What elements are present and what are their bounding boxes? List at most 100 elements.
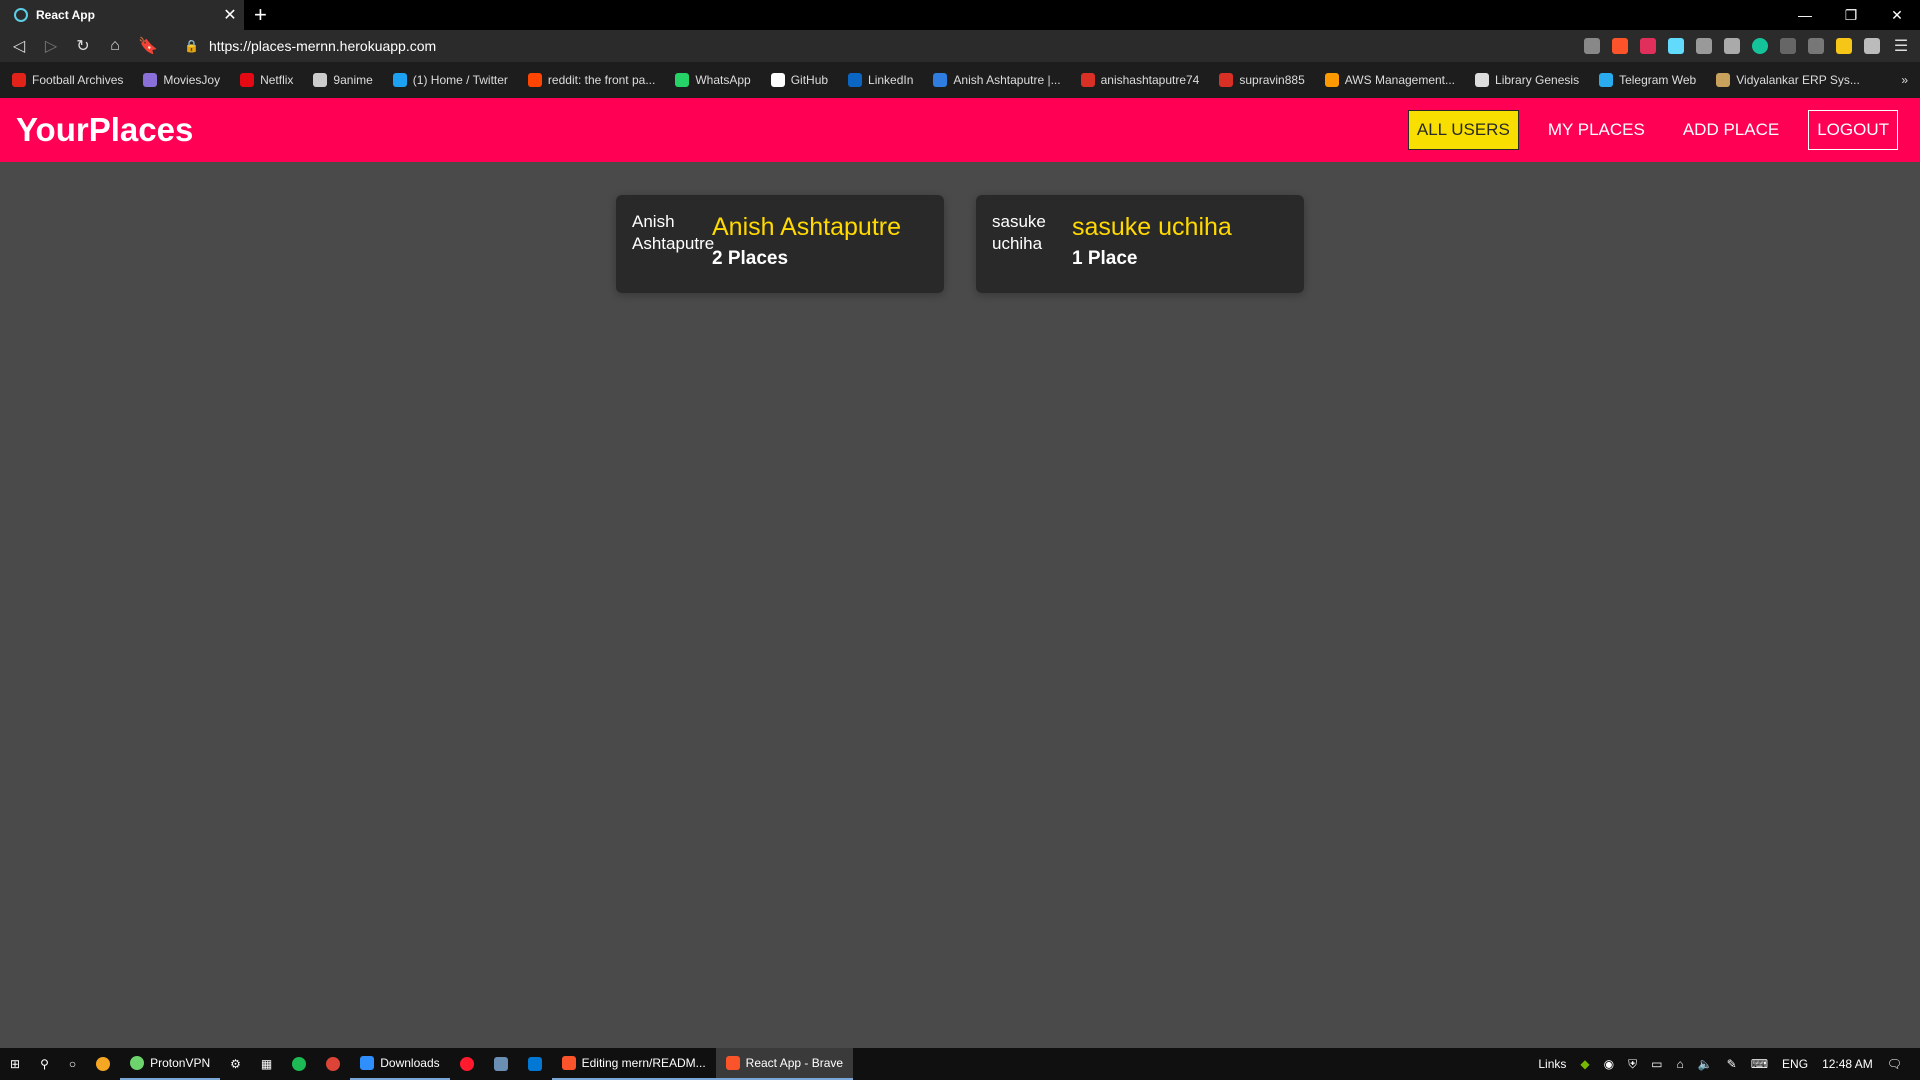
user-card[interactable]: sasuke uchiha sasuke uchiha 1 Place [976, 195, 1304, 293]
bookmark-favicon-icon [1599, 73, 1614, 87]
menu-icon[interactable]: ☰ [1892, 36, 1910, 56]
bookmark-label: Anish Ashtaputre |... [953, 73, 1061, 87]
bookmark-favicon-icon [12, 73, 26, 87]
language-indicator[interactable]: ENG [1782, 1057, 1808, 1071]
bookmark-favicon-icon [675, 73, 690, 87]
bookmark-label: 9anime [333, 73, 373, 87]
key-icon[interactable] [1584, 38, 1600, 54]
bookmark-item[interactable]: Football Archives [12, 73, 123, 87]
taskbar-app-editing[interactable]: Editing mern/READM... [551, 1048, 716, 1080]
browser-toolbar: ◁ ▷ ↻ ⌂ 🔖 🔒 https://places-mernn.herokua… [0, 30, 1920, 62]
bookmark-item[interactable]: GitHub [770, 73, 828, 87]
colorpicker-icon[interactable] [1724, 38, 1740, 54]
pen-icon[interactable]: ✎ [1727, 1057, 1737, 1071]
extension-icon[interactable] [1808, 38, 1824, 54]
bookmark-favicon-icon [1716, 73, 1731, 87]
logout-button[interactable]: LOGOUT [1808, 110, 1898, 150]
react-favicon-icon [14, 8, 28, 22]
bookmark-item[interactable]: Telegram Web [1599, 73, 1696, 87]
clock[interactable]: 12:48 AM [1822, 1057, 1873, 1071]
bookmark-item[interactable]: reddit: the front pa... [527, 73, 655, 87]
avatar: Anish Ashtaputre [632, 212, 715, 253]
chrome-icon[interactable] [316, 1048, 350, 1080]
avatar: sasuke uchiha [992, 212, 1046, 253]
bookmark-label: Telegram Web [1619, 73, 1697, 87]
bookmark-favicon-icon [143, 73, 158, 87]
address-bar[interactable]: 🔒 https://places-mernn.herokuapp.com [184, 38, 1570, 54]
notification-icon[interactable]: 🗨 [1887, 1057, 1902, 1071]
keyboard-icon[interactable]: ⌨ [1751, 1057, 1768, 1071]
search-icon[interactable]: ⚲ [30, 1048, 59, 1080]
user-place-count: 2 Places [712, 248, 789, 269]
opera-icon[interactable] [450, 1048, 484, 1080]
extension-icon[interactable] [1780, 38, 1796, 54]
bookmark-item[interactable]: 9anime [313, 73, 373, 87]
nvidia-icon[interactable]: ◆ [1580, 1057, 1589, 1071]
bookmark-item[interactable]: Library Genesis [1475, 73, 1579, 87]
bookmark-label: LinkedIn [868, 73, 914, 87]
restore-button[interactable]: ❐ [1828, 0, 1874, 30]
battery-icon[interactable]: ▭ [1651, 1057, 1662, 1071]
bookmark-item[interactable]: supravin885 [1219, 73, 1305, 87]
bookmarks-overflow-icon[interactable]: » [1901, 73, 1908, 87]
taskbar-app-downloads[interactable]: Downloads [350, 1048, 450, 1080]
reload-icon[interactable]: ↻ [74, 36, 92, 56]
new-tab-button[interactable]: + [254, 2, 267, 28]
bookmark-item[interactable]: WhatsApp [675, 73, 751, 87]
nav-all-users[interactable]: ALL USERS [1407, 110, 1519, 150]
bookmark-favicon-icon [1324, 73, 1339, 87]
forward-icon[interactable]: ▷ [42, 36, 60, 56]
close-window-button[interactable]: ✕ [1874, 0, 1920, 30]
bookmark-favicon-icon [313, 73, 328, 87]
taskbar-app-protonvpn[interactable]: ProtonVPN [120, 1048, 221, 1080]
system-tray: Links ◆ ◉ ⛨ ▭ ⌂ 🔈 ✎ ⌨ ENG 12:48 AM 🗨 [1538, 1057, 1920, 1072]
bookmark-favicon-icon [240, 73, 255, 87]
wifi-icon[interactable]: ⌂ [1676, 1057, 1683, 1071]
bookmark-icon[interactable]: 🔖 [138, 36, 158, 56]
settings-icon[interactable]: ⚙ [220, 1048, 251, 1080]
cortana-icon[interactable]: ○ [59, 1048, 86, 1080]
minimize-button[interactable]: — [1782, 0, 1828, 30]
bookmark-label: AWS Management... [1344, 73, 1456, 87]
spotify-icon[interactable] [282, 1048, 316, 1080]
taskbar-app-react[interactable]: React App - Brave [715, 1048, 854, 1080]
grammarly-icon[interactable] [1752, 38, 1768, 54]
user-info: Anish Ashtaputre 2 Places [712, 211, 901, 277]
react-devtools-icon[interactable] [1668, 38, 1684, 54]
remote-desktop-icon[interactable] [484, 1048, 518, 1080]
bookmark-item[interactable]: Vidyalankar ERP Sys... [1716, 73, 1860, 87]
nav-my-places[interactable]: MY PLACES [1539, 110, 1654, 150]
bookmark-item[interactable]: anishashtaputre74 [1080, 73, 1200, 87]
home-icon[interactable]: ⌂ [106, 37, 124, 55]
start-icon[interactable]: ⊞ [0, 1048, 30, 1080]
network-icon[interactable]: ◉ [1604, 1057, 1614, 1071]
back-icon[interactable]: ◁ [10, 36, 28, 56]
windows-taskbar: ⊞ ⚲ ○ ProtonVPN ⚙ ▦ Downloads Editing me… [0, 1048, 1920, 1080]
bookmarks-bar: Football Archives MoviesJoy Netflix 9anime (… [0, 62, 1920, 98]
extension-icon[interactable] [1836, 38, 1852, 54]
bookmark-item[interactable]: (1) Home / Twitter [392, 73, 508, 87]
app-logo[interactable]: YourPlaces [16, 111, 193, 149]
puzzle-icon[interactable] [1864, 38, 1880, 54]
volume-icon[interactable]: 🔈 [1698, 1057, 1713, 1071]
bookmark-item[interactable]: MoviesJoy [143, 73, 220, 87]
tab-close-icon[interactable]: ✕ [216, 5, 244, 25]
vscode-icon[interactable] [518, 1048, 552, 1080]
bookmark-favicon-icon [392, 73, 407, 87]
browser-tab[interactable]: React App ✕ [0, 0, 244, 30]
pinned-app-icon[interactable] [86, 1048, 120, 1080]
brave-rewards-icon[interactable] [1640, 38, 1656, 54]
bookmark-label: Football Archives [32, 73, 124, 87]
bookmark-item[interactable]: Anish Ashtaputre |... [933, 73, 1061, 87]
bookmark-label: anishashtaputre74 [1100, 73, 1200, 87]
bookmark-item[interactable]: AWS Management... [1324, 73, 1456, 87]
user-card[interactable]: Anish Ashtaputre Anish Ashtaputre 2 Plac… [616, 195, 944, 293]
calculator-icon[interactable]: ▦ [251, 1048, 282, 1080]
brave-shields-icon[interactable] [1612, 38, 1628, 54]
links-toolbar[interactable]: Links [1538, 1057, 1566, 1071]
bookmark-item[interactable]: LinkedIn [848, 73, 913, 87]
extension-icon[interactable] [1696, 38, 1712, 54]
bookmark-item[interactable]: Netflix [240, 73, 293, 87]
security-icon[interactable]: ⛨ [1628, 1057, 1637, 1072]
nav-add-place[interactable]: ADD PLACE [1674, 110, 1788, 150]
